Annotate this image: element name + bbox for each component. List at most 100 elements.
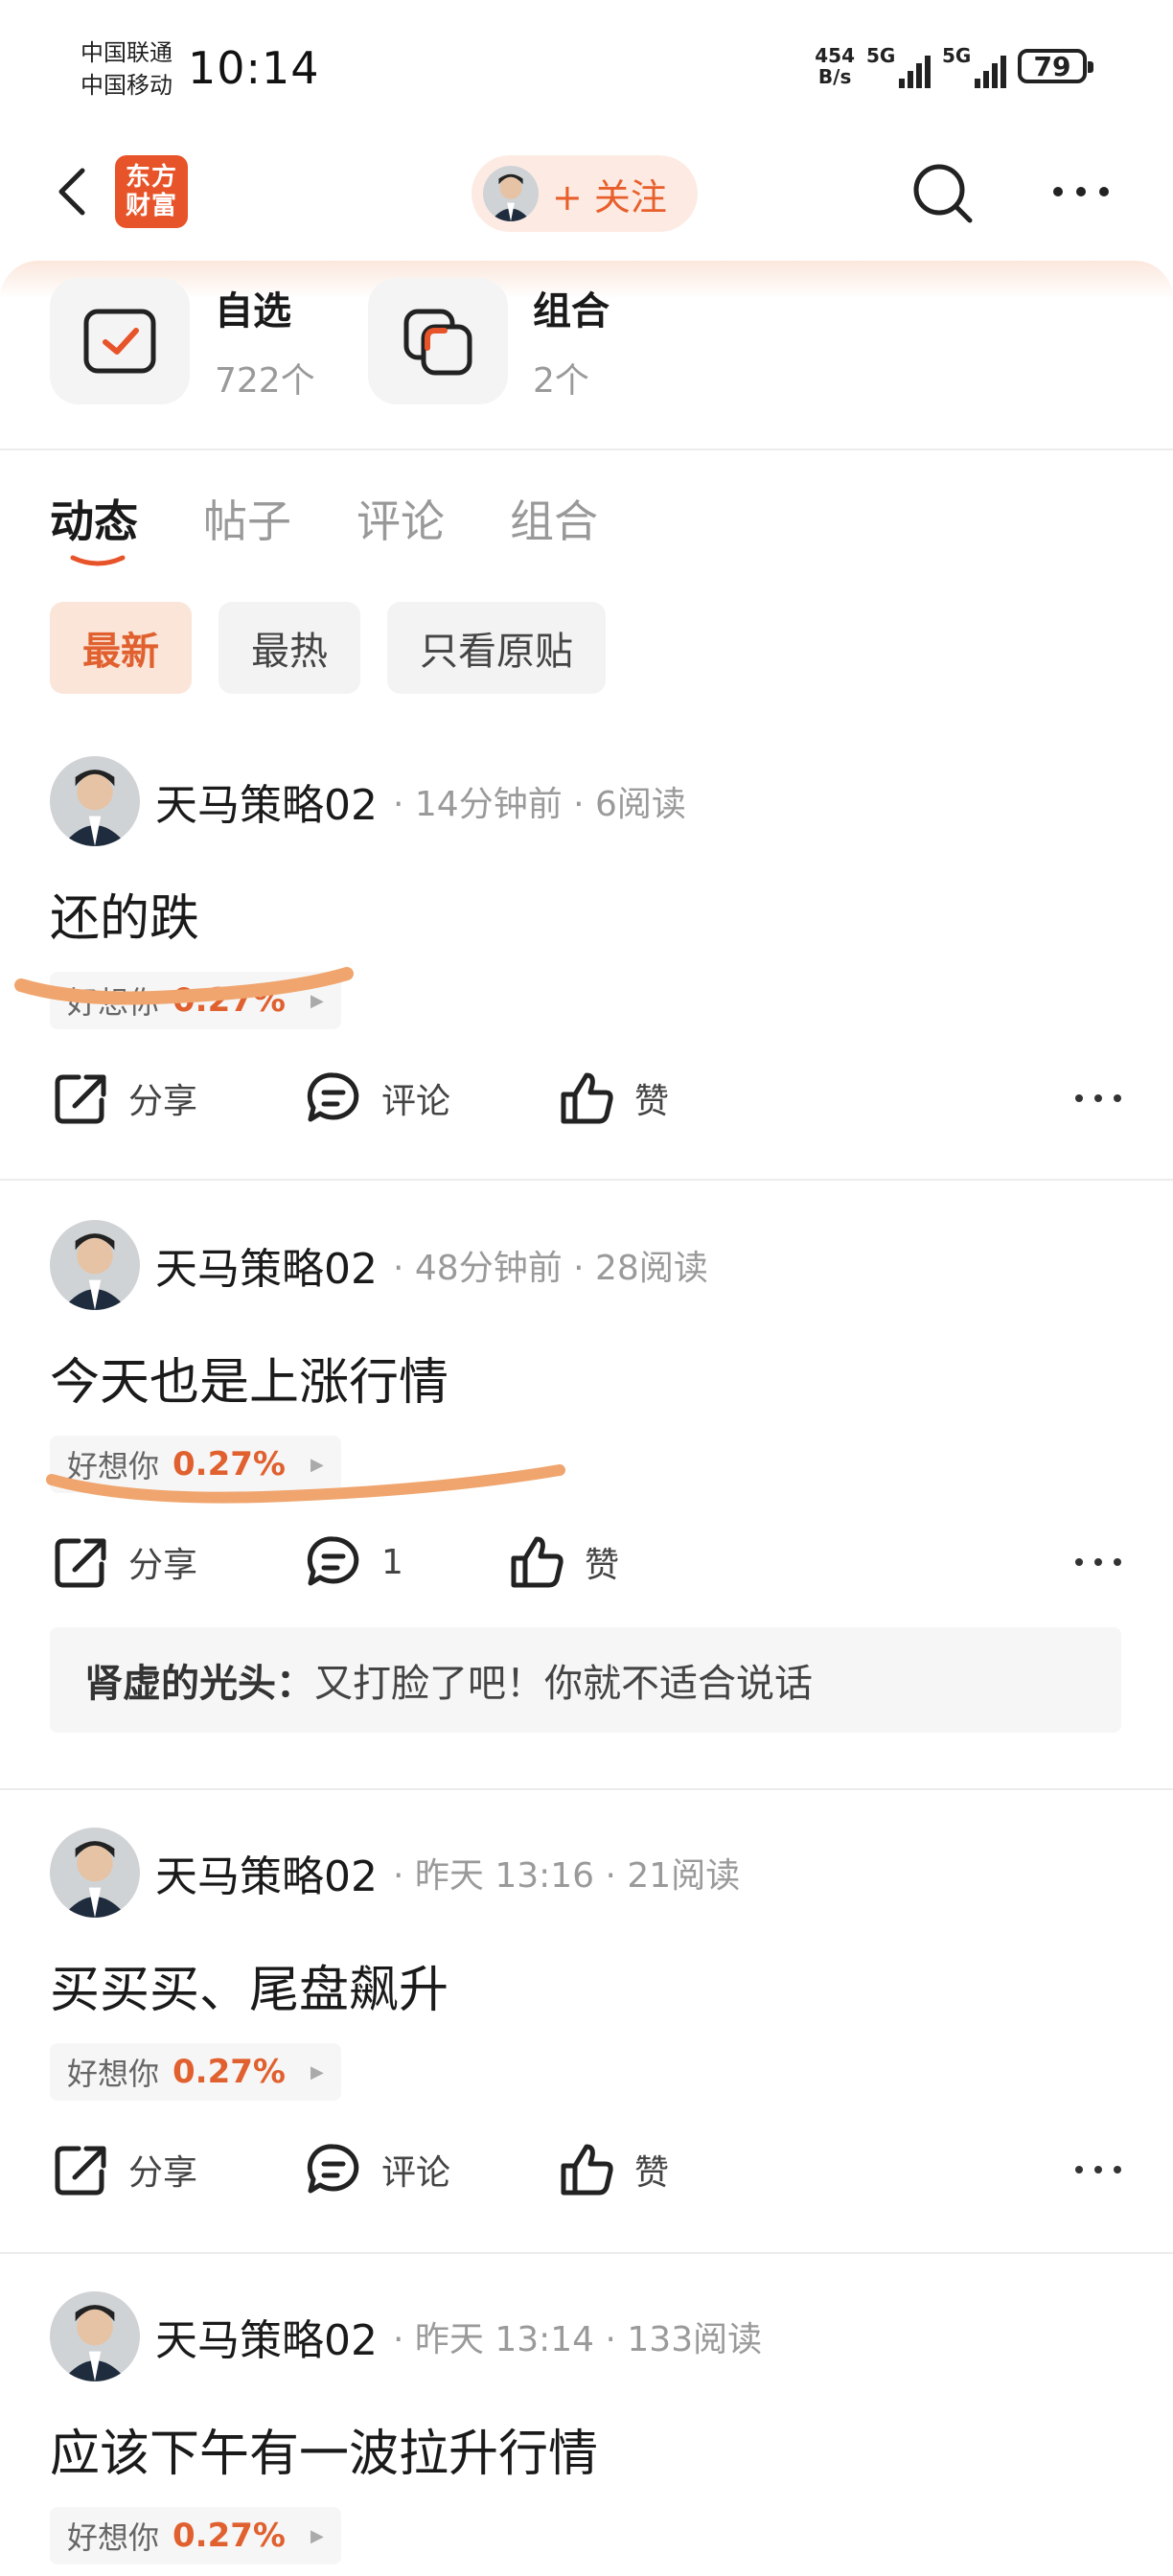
post-item[interactable]: 天马策略02 · 昨天 13:14 · 133阅读 应该下午有一波拉升行情 好想… xyxy=(0,2290,1173,2576)
stock-name: 好想你 xyxy=(67,1448,160,1484)
filter-original-only[interactable]: 只看原贴 xyxy=(387,602,606,694)
filter-hottest[interactable]: 最热 xyxy=(218,602,360,694)
tab-activity[interactable]: 动态 xyxy=(50,487,138,566)
stock-tag[interactable]: 好想你 0.27% ▶ xyxy=(50,972,341,1029)
stock-tag[interactable]: 好想你 0.27% ▶ xyxy=(50,1436,341,1493)
play-arrow-icon: ▶ xyxy=(310,2525,324,2546)
stock-change: 0.27% xyxy=(172,981,286,1020)
portfolio-icon xyxy=(403,309,472,376)
portfolio-icon-box xyxy=(368,278,508,404)
signal-1-label: 5G xyxy=(866,44,896,67)
more-options-icon[interactable] xyxy=(1073,1552,1123,1572)
avatar[interactable] xyxy=(50,1828,140,1918)
back-arrow-icon[interactable] xyxy=(46,163,104,220)
post-author[interactable]: 天马策略02 xyxy=(155,1234,378,1296)
comment-button[interactable]: 评论 xyxy=(303,2131,450,2208)
like-label: 赞 xyxy=(585,1546,620,1585)
divider xyxy=(0,2252,1173,2254)
portfolio-card[interactable]: 组合 2个 xyxy=(368,278,610,404)
portfolio-count: 2个 xyxy=(533,361,589,401)
watchlist-count: 722个 xyxy=(215,361,315,401)
brand-logo: 东方 财富 xyxy=(115,155,188,228)
watchlist-card[interactable]: 自选 722个 xyxy=(50,278,315,404)
post-text[interactable]: 今天也是上涨行情 xyxy=(50,1342,448,1414)
like-button[interactable]: 赞 xyxy=(506,1524,619,1600)
tab-posts[interactable]: 帖子 xyxy=(203,487,291,550)
stock-name: 好想你 xyxy=(67,2519,160,2556)
play-arrow-icon: ▶ xyxy=(310,990,324,1011)
network-speed: 454 B/s xyxy=(815,45,855,87)
filter-latest[interactable]: 最新 xyxy=(50,602,192,694)
post-header: 天马策略02 · 昨天 13:16 · 21阅读 xyxy=(50,1827,740,1919)
post-actions: 分享 评论 赞 xyxy=(50,1060,1123,1137)
share-label: 分享 xyxy=(128,2153,198,2193)
like-label: 赞 xyxy=(634,2153,670,2193)
avatar[interactable] xyxy=(50,756,140,846)
more-options-icon[interactable] xyxy=(1050,182,1112,201)
post-meta: · 昨天 13:14 · 133阅读 xyxy=(393,2320,763,2359)
tab-comments[interactable]: 评论 xyxy=(356,487,445,550)
post-actions: 分享 1 赞 xyxy=(50,1524,1123,1600)
like-button[interactable]: 赞 xyxy=(556,2131,669,2208)
stock-change: 0.27% xyxy=(172,1445,286,1484)
share-button[interactable]: 分享 xyxy=(50,1524,197,1600)
post-author[interactable]: 天马策略02 xyxy=(155,2306,378,2367)
post-text[interactable]: 买买买、尾盘飙升 xyxy=(50,1949,448,2021)
more-options-icon[interactable] xyxy=(1073,2160,1123,2179)
signal-2-label: 5G xyxy=(942,44,972,67)
share-label: 分享 xyxy=(128,1546,198,1585)
comment-author[interactable]: 肾虚的光头： xyxy=(84,1652,314,1708)
post-item[interactable]: 天马策略02 · 48分钟前 · 28阅读 今天也是上涨行情 好想你 0.27%… xyxy=(0,1219,1173,1775)
search-icon[interactable] xyxy=(908,159,978,228)
share-label: 分享 xyxy=(128,1082,198,1121)
stock-tag[interactable]: 好想你 0.27% ▶ xyxy=(50,2043,341,2101)
comment-icon xyxy=(307,2144,359,2194)
tab-portfolio[interactable]: 组合 xyxy=(510,487,598,550)
share-icon xyxy=(55,2146,106,2196)
comment-count: 1 xyxy=(381,1542,403,1582)
post-header: 天马策略02 · 48分钟前 · 28阅读 xyxy=(50,1219,708,1311)
share-button[interactable]: 分享 xyxy=(50,2131,197,2208)
watchlist-icon-box xyxy=(50,278,190,404)
follow-button[interactable]: + 关注 xyxy=(472,155,698,232)
watchlist-title: 自选 xyxy=(215,289,291,334)
stock-tag[interactable]: 好想你 0.27% ▶ xyxy=(50,2507,341,2564)
avatar[interactable] xyxy=(50,1220,140,1310)
more-options-icon[interactable] xyxy=(1073,1089,1123,1108)
post-text[interactable]: 还的跌 xyxy=(50,878,199,950)
battery-icon: 79 xyxy=(1018,49,1093,83)
post-author[interactable]: 天马策略02 xyxy=(155,770,378,832)
post-item[interactable]: 天马策略02 · 昨天 13:16 · 21阅读 买买买、尾盘飙升 好想你 0.… xyxy=(0,1827,1173,2248)
signal-icon: 5G xyxy=(942,44,1006,88)
like-label: 赞 xyxy=(634,1082,670,1121)
status-time: 10:14 xyxy=(188,42,320,94)
post-text[interactable]: 应该下午有一波拉升行情 xyxy=(50,2413,598,2485)
tab-active-indicator xyxy=(70,555,126,566)
thumbs-up-icon xyxy=(561,2144,613,2196)
post-item[interactable]: 天马策略02 · 14分钟前 · 6阅读 还的跌 好想你 0.27% ▶ 分享 xyxy=(0,755,1173,1177)
post-meta: · 48分钟前 · 28阅读 xyxy=(393,1249,708,1288)
comment-button[interactable]: 1 xyxy=(303,1524,403,1600)
divider xyxy=(0,1179,1173,1181)
comment-button[interactable]: 评论 xyxy=(303,1060,450,1137)
app-root: 中国联通 中国移动 10:14 454 B/s 5G 5G 79 东方 财富 +… xyxy=(0,0,1173,2576)
post-author[interactable]: 天马策略02 xyxy=(155,1842,378,1903)
like-button[interactable]: 赞 xyxy=(556,1060,669,1137)
play-arrow-icon: ▶ xyxy=(310,1454,324,1475)
comment-preview[interactable]: 肾虚的光头： 又打脸了吧！你就不适合说话 xyxy=(50,1627,1121,1733)
share-button[interactable]: 分享 xyxy=(50,1060,197,1137)
thumbs-up-icon xyxy=(561,1072,613,1124)
carrier-1: 中国联通 xyxy=(80,39,172,66)
comment-label: 评论 xyxy=(381,2153,451,2193)
post-header: 天马策略02 · 14分钟前 · 6阅读 xyxy=(50,755,686,847)
carrier-2: 中国移动 xyxy=(80,72,172,99)
avatar[interactable] xyxy=(50,2291,140,2381)
nav-bar: 东方 财富 + 关注 xyxy=(0,144,1173,240)
content-tabs: 动态 帖子 评论 组合 xyxy=(50,487,598,566)
battery-level: 79 xyxy=(1033,50,1071,82)
share-icon xyxy=(55,1538,106,1588)
post-header: 天马策略02 · 昨天 13:14 · 133阅读 xyxy=(50,2290,762,2382)
status-indicators: 454 B/s 5G 5G 79 xyxy=(815,44,1093,88)
share-icon xyxy=(55,1074,106,1124)
post-meta: · 14分钟前 · 6阅读 xyxy=(393,785,686,824)
